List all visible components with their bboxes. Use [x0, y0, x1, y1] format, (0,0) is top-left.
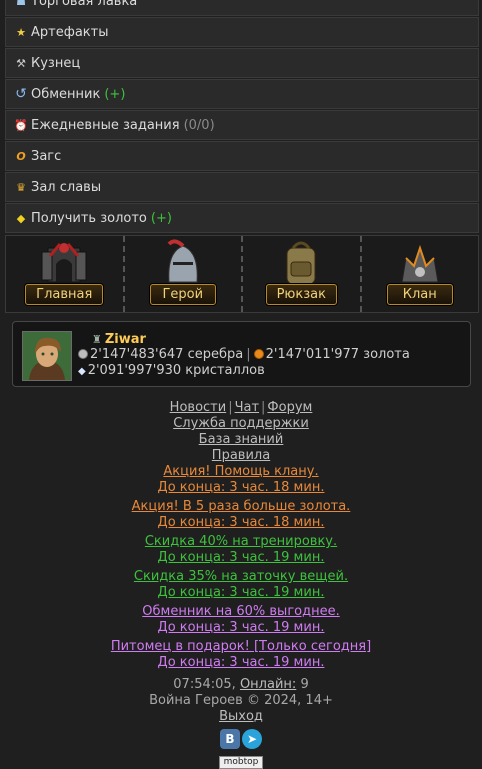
crystals-amount: 2'091'997'930 кристаллов [87, 363, 265, 378]
nav-clan[interactable]: Клан [362, 236, 479, 312]
promo-link[interactable]: Акция! Помощь клану. [163, 464, 318, 479]
bottom-navigation: Главная Герой Рюкзак Клан [5, 235, 479, 313]
exchange-icon: ↺ [15, 86, 27, 102]
promo-link[interactable]: Питомец в подарок! [Только сегодня] [111, 639, 371, 654]
gold-coins-icon: ◆ [16, 211, 26, 225]
silver-coin-icon [78, 349, 88, 359]
promo-countdown[interactable]: До конца: 3 час. 19 мин. [158, 620, 325, 635]
currency-row: 2'147'483'647 серебра | 2'147'011'977 золо… [78, 347, 410, 362]
separator: | [228, 400, 233, 415]
gold-amount: 2'147'011'977 золота [265, 347, 410, 362]
server-time: 07:54:05, [173, 677, 236, 692]
star-icon: ★ [16, 25, 26, 39]
clan-crown-icon [401, 244, 439, 283]
online-link[interactable]: Онлайн: [240, 677, 296, 692]
player-name-row: ♜ Ziwar [92, 332, 146, 347]
trophy-icon: ♛ [16, 180, 26, 194]
nav-hero[interactable]: Герой [125, 236, 243, 312]
promo-countdown[interactable]: До конца: 3 час. 18 мин. [158, 480, 325, 495]
vk-icon[interactable]: В [220, 729, 240, 749]
promo-link[interactable]: Скидка 40% на тренировку. [145, 534, 337, 549]
promo-link[interactable]: Скидка 35% на заточку вещей. [134, 569, 348, 584]
nav-main[interactable]: Главная [6, 236, 125, 312]
online-count: 9 [300, 677, 309, 692]
menu-item-label: Кузнец [31, 55, 81, 71]
menu-item-label: Зал славы [31, 179, 102, 195]
crystals-row: ◆ 2'091'997'930 кристаллов [78, 363, 265, 378]
gold-coin-icon [253, 349, 264, 359]
menu-item-exchange[interactable]: ↺ Обменник (+) [5, 79, 479, 109]
menu-item-badge: (+) [150, 210, 172, 226]
nav-label: Клан [386, 284, 453, 305]
knowledge-base-link[interactable]: База знаний [199, 432, 284, 447]
copyright: Война Героев © 2024, 14+ [149, 693, 333, 708]
ring-icon: O [16, 149, 26, 163]
menu-item-blacksmith[interactable]: ⚒ Кузнец [5, 48, 479, 78]
castle-gate-icon [41, 243, 87, 283]
menu-item-badge: (+) [104, 86, 126, 102]
crystal-icon: ◆ [78, 366, 86, 377]
separator: | [261, 400, 266, 415]
support-link[interactable]: Служба поддержки [173, 416, 309, 431]
promo-countdown[interactable]: До конца: 3 час. 18 мин. [158, 515, 325, 530]
footer-links-row: Новости | Чат | Форум [0, 400, 482, 416]
promo-countdown[interactable]: До конца: 3 час. 19 мин. [158, 585, 325, 600]
clan-shield-icon: ♜ [92, 333, 102, 346]
separator: | [246, 347, 251, 362]
social-links: В ➤ [0, 729, 482, 753]
promo-countdown[interactable]: До конца: 3 час. 19 мин. [158, 550, 325, 565]
player-profile-card: ♜ Ziwar 2'147'483'647 серебра | 2'147'011'9… [12, 321, 471, 387]
nav-backpack[interactable]: Рюкзак [243, 236, 362, 312]
telegram-icon[interactable]: ➤ [242, 729, 262, 749]
news-link[interactable]: Новости [170, 400, 227, 415]
footer: Новости | Чат | Форум Служба поддержки База … [0, 400, 482, 769]
rules-link[interactable]: Правила [212, 448, 270, 463]
chat-link[interactable]: Чат [235, 400, 259, 415]
menu-item-label: Торговая лавка [31, 0, 138, 9]
hero-portrait-icon [23, 332, 71, 380]
silver-amount: 2'147'483'647 серебра [90, 347, 244, 362]
menu-item-zags[interactable]: O Загс [5, 141, 479, 171]
menu-item-hall-of-fame[interactable]: ♛ Зал славы [5, 172, 479, 202]
menu-item-label: Артефакты [31, 24, 109, 40]
promo-link[interactable]: Акция! В 5 раза больше золота. [132, 499, 351, 514]
menu-item-daily-tasks[interactable]: ⏰ Ежедневные задания (0/0) [5, 110, 479, 140]
menu-item-shop[interactable]: ☗ Торговая лавка [5, 0, 479, 16]
knight-helmet-icon [167, 239, 198, 283]
menu-item-label: Загс [31, 148, 62, 164]
logout-link[interactable]: Выход [219, 709, 263, 724]
promo-link[interactable]: Обменник на 60% выгоднее. [142, 604, 339, 619]
nav-label: Герой [149, 284, 216, 305]
shop-icon: ☗ [16, 0, 26, 8]
alarm-clock-icon: ⏰ [14, 118, 28, 132]
promo-countdown[interactable]: До конца: 3 час. 19 мин. [158, 655, 325, 670]
player-name[interactable]: Ziwar [105, 332, 146, 347]
menu-item-badge: (0/0) [183, 117, 215, 133]
forum-link[interactable]: Форум [267, 400, 312, 415]
main-menu: ☗ Торговая лавка ★ Артефакты ⚒ Кузнец ↺ … [5, 0, 479, 234]
server-status: 07:54:05, Онлайн: 9 [0, 677, 482, 693]
mobtop-counter[interactable]: mobtop [218, 756, 264, 769]
menu-item-label: Получить золото [31, 210, 147, 226]
nav-label: Рюкзак [265, 284, 337, 305]
menu-item-label: Ежедневные задания [31, 117, 180, 133]
menu-item-label: Обменник [31, 86, 101, 102]
menu-item-get-gold[interactable]: ◆ Получить золото (+) [5, 203, 479, 233]
backpack-icon [286, 241, 316, 285]
menu-item-artifacts[interactable]: ★ Артефакты [5, 17, 479, 47]
nav-label: Главная [25, 284, 104, 305]
hammer-icon: ⚒ [16, 56, 26, 70]
avatar[interactable] [22, 331, 72, 381]
